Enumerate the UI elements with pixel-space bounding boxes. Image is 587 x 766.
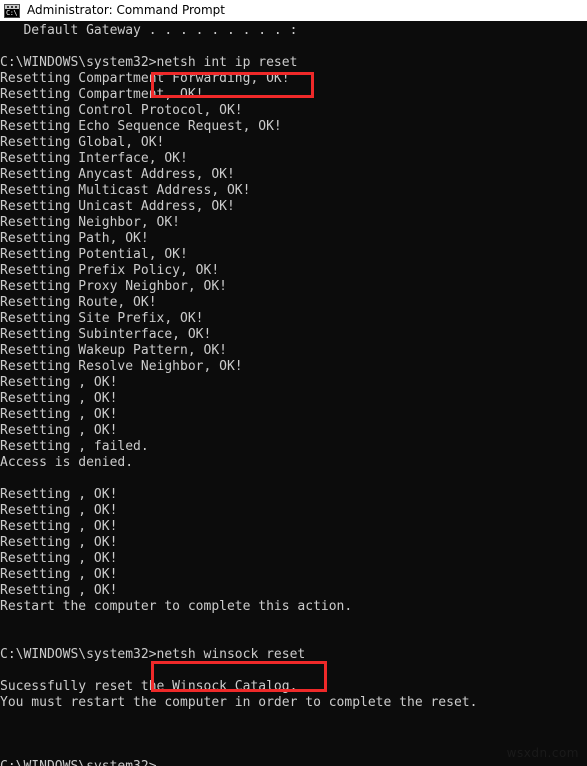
console-line: Resetting Echo Sequence Request, OK! xyxy=(0,119,282,134)
console-line: Sucessfully reset the Winsock Catalog. xyxy=(0,679,298,694)
console-line: Resetting , OK! xyxy=(0,375,118,390)
console-line: Resetting , OK! xyxy=(0,423,118,438)
console-line: Resetting , OK! xyxy=(0,519,118,534)
console-line: Resetting Compartment Forwarding, OK! xyxy=(0,71,290,86)
console-line: You must restart the computer in order t… xyxy=(0,695,478,710)
console-line: Resetting Anycast Address, OK! xyxy=(0,167,235,182)
console-line: Resetting Route, OK! xyxy=(0,295,157,310)
console-line: C:\WINDOWS\system32>netsh int ip reset xyxy=(0,55,298,70)
watermark: wsxdn.com xyxy=(506,746,579,760)
window-title: Administrator: Command Prompt xyxy=(27,3,225,17)
console-line: Resetting Compartment, OK! xyxy=(0,87,204,102)
command-prompt-window: C:\ Administrator: Command Prompt Defaul… xyxy=(0,0,587,766)
console-line: Resetting Potential, OK! xyxy=(0,247,188,262)
console-line: Resetting Control Protocol, OK! xyxy=(0,103,243,118)
console-line: Resetting Multicast Address, OK! xyxy=(0,183,251,198)
console-line: Resetting Interface, OK! xyxy=(0,151,188,166)
console-line: Resetting Resolve Neighbor, OK! xyxy=(0,359,243,374)
console-line: Resetting Subinterface, OK! xyxy=(0,327,212,342)
console-line: Default Gateway . . . . . . . . . : xyxy=(0,23,298,38)
window-titlebar[interactable]: C:\ Administrator: Command Prompt xyxy=(0,0,587,21)
console-line: Resetting Site Prefix, OK! xyxy=(0,311,204,326)
console-line: Access is denied. xyxy=(0,455,134,470)
command-prompt-icon: C:\ xyxy=(4,3,20,18)
console-line: Resetting , OK! xyxy=(0,503,118,518)
console-line: Resetting , OK! xyxy=(0,391,118,406)
console-line: Resetting Global, OK! xyxy=(0,135,165,150)
console-line: Resetting , failed. xyxy=(0,439,149,454)
console-line: Resetting , OK! xyxy=(0,487,118,502)
console-line: Restart the computer to complete this ac… xyxy=(0,599,353,614)
console-line: Resetting , OK! xyxy=(0,567,118,582)
console-line: Resetting Path, OK! xyxy=(0,231,149,246)
console-line: C:\WINDOWS\system32>netsh winsock reset xyxy=(0,647,306,662)
console-output-area[interactable]: Default Gateway . . . . . . . . . : C:\W… xyxy=(0,21,587,766)
console-line: Resetting , OK! xyxy=(0,551,118,566)
icon-prompt-glyph: C:\ xyxy=(6,8,18,17)
console-line: Resetting Proxy Neighbor, OK! xyxy=(0,279,227,294)
console-line: Resetting Prefix Policy, OK! xyxy=(0,263,220,278)
console-line: Resetting Wakeup Pattern, OK! xyxy=(0,343,227,358)
console-line: Resetting , OK! xyxy=(0,407,118,422)
console-line: Resetting Neighbor, OK! xyxy=(0,215,181,230)
console-line: C:\WINDOWS\system32> xyxy=(0,759,587,766)
console-line: Resetting , OK! xyxy=(0,583,118,598)
console-line: Resetting Unicast Address, OK! xyxy=(0,199,235,214)
console-text-buffer: Default Gateway . . . . . . . . . : C:\W… xyxy=(0,23,587,766)
console-line: Resetting , OK! xyxy=(0,535,118,550)
